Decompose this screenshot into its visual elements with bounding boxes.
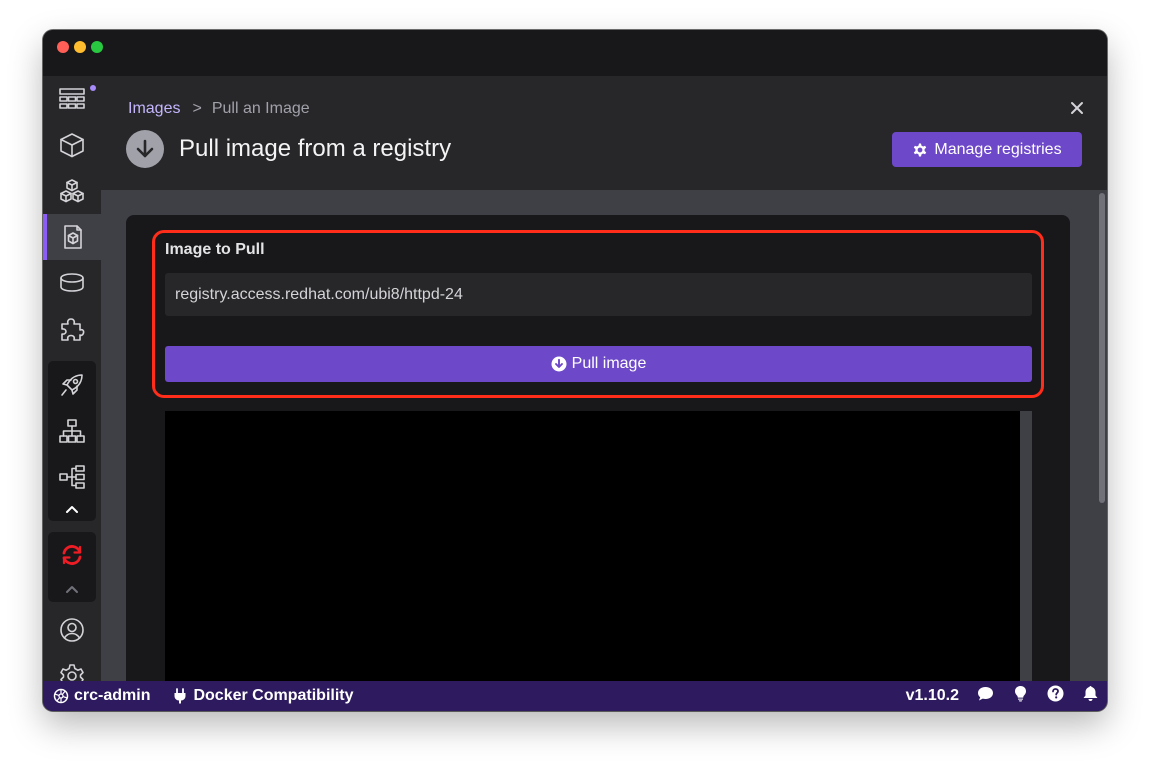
lightbulb-icon (1015, 686, 1026, 702)
status-bar: crc-admin Docker Compatibility v1.10.2 (43, 681, 1107, 711)
breadcrumb-images-link[interactable]: Images (128, 100, 180, 117)
minimize-window-button[interactable] (74, 41, 86, 53)
notification-badge (90, 85, 96, 91)
collapse-extension-chevron[interactable] (48, 578, 96, 600)
close-icon (1071, 102, 1083, 114)
status-right: v1.10.2 (906, 681, 1099, 711)
title-bar (43, 30, 1107, 76)
version-label[interactable]: v1.10.2 (906, 687, 959, 705)
breadcrumb: Images > Pull an Image (128, 100, 310, 118)
sidebar-item-account[interactable] (43, 607, 101, 653)
terminal-scrollbar[interactable] (1020, 411, 1032, 681)
main-content: Images > Pull an Image Pull image from a r… (101, 76, 1107, 681)
download-circle-icon (551, 356, 567, 372)
sidebar (43, 76, 101, 681)
pull-output-terminal[interactable] (165, 411, 1020, 681)
main-scrollbar[interactable] (1097, 190, 1107, 681)
cubes-icon (60, 179, 84, 203)
docker-compat-item[interactable]: Docker Compatibility (172, 687, 354, 705)
dashboard-icon (59, 88, 85, 109)
breadcrumb-current: Pull an Image (211, 100, 310, 117)
notifications-button[interactable] (1082, 685, 1099, 707)
openshift-sync-icon (62, 545, 82, 565)
database-icon (60, 273, 84, 292)
tree-icon (59, 465, 85, 489)
sidebar-item-ingresses[interactable] (43, 454, 101, 500)
kube-context-item[interactable]: crc-admin (53, 687, 150, 705)
help-button[interactable] (1047, 685, 1064, 707)
pull-down-arrow-icon (126, 130, 164, 168)
collapse-kubernetes-chevron[interactable] (48, 498, 96, 520)
breadcrumb-separator: > (192, 100, 202, 117)
image-to-pull-label: Image to Pull (165, 241, 265, 258)
image-name-input[interactable] (165, 273, 1032, 316)
sidebar-item-pods[interactable] (43, 168, 101, 214)
rocket-icon (61, 374, 83, 396)
sidebar-item-settings[interactable] (43, 653, 101, 681)
kube-context-label: crc-admin (74, 687, 151, 704)
zoom-window-button[interactable] (91, 41, 103, 53)
main-scrollbar-thumb[interactable] (1099, 193, 1105, 503)
sidebar-item-extensions[interactable] (43, 306, 101, 352)
kubernetes-helm-icon (53, 688, 69, 704)
docker-compat-label: Docker Compatibility (193, 687, 354, 704)
pull-image-button[interactable]: Pull image (165, 346, 1032, 382)
sidebar-item-openshift[interactable] (43, 532, 101, 578)
sidebar-item-volumes[interactable] (43, 260, 101, 306)
manage-registries-button[interactable]: Manage registries (892, 132, 1082, 167)
sidebar-item-dashboard[interactable] (43, 76, 101, 122)
close-button[interactable] (1069, 100, 1085, 116)
tips-button[interactable] (1012, 685, 1029, 707)
question-circle-icon (1047, 685, 1064, 702)
user-circle-icon (60, 618, 84, 642)
sitemap-icon (59, 419, 85, 443)
gear-icon (914, 143, 927, 156)
chevron-up-icon (66, 586, 78, 593)
cube-icon (60, 133, 84, 158)
manage-registries-label: Manage registries (934, 140, 1062, 158)
pull-image-label: Pull image (571, 355, 647, 372)
close-window-button[interactable] (57, 41, 69, 53)
sidebar-item-images[interactable] (43, 214, 101, 260)
gear-icon (60, 664, 84, 681)
page-title: Pull image from a registry (179, 135, 452, 162)
chat-bubble-icon (978, 687, 993, 701)
page-header: Images > Pull an Image Pull image from a r… (101, 76, 1107, 190)
bell-icon (1083, 686, 1098, 701)
puzzle-icon (61, 318, 85, 341)
sidebar-item-containers[interactable] (43, 122, 101, 168)
pull-form-panel: Image to Pull Pull image (126, 215, 1070, 681)
status-left: crc-admin Docker Compatibility (53, 681, 354, 711)
feedback-button[interactable] (977, 685, 994, 707)
chevron-up-icon (66, 506, 78, 513)
sidebar-item-deployments[interactable] (43, 362, 101, 408)
image-layers-icon (64, 225, 82, 249)
app-window: Images > Pull an Image Pull image from a r… (43, 30, 1107, 711)
sidebar-item-services[interactable] (43, 408, 101, 454)
plug-icon (174, 688, 186, 704)
